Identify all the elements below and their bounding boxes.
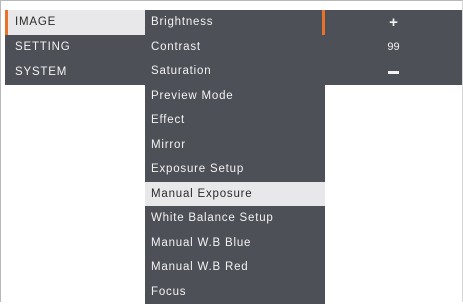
submenu-item-label: Saturation [151, 65, 211, 77]
submenu-item-label: Preview Mode [151, 90, 233, 102]
category-menu: IMAGE SETTING SYSTEM [5, 10, 145, 85]
submenu-item-manual-exposure[interactable]: Manual Exposure [145, 182, 325, 207]
submenu-item-brightness[interactable]: Brightness [145, 10, 325, 35]
submenu-item-exposure-setup[interactable]: Exposure Setup [145, 157, 325, 182]
submenu-item-manual-wb-blue[interactable]: Manual W.B Blue [145, 231, 325, 256]
submenu-item-label: Manual W.B Red [151, 261, 249, 273]
submenu-item-label: Contrast [151, 41, 201, 53]
current-value: 99 [387, 41, 399, 53]
submenu-item-label: Manual W.B Blue [151, 237, 251, 249]
submenu-item-focus[interactable]: Focus [145, 280, 325, 304]
submenu-item-preview-mode[interactable]: Preview Mode [145, 84, 325, 109]
value-display: 99 [325, 35, 462, 60]
submenu-item-label: Brightness [151, 16, 213, 28]
plus-icon: + [389, 14, 398, 31]
submenu-item-label: Manual Exposure [151, 188, 253, 200]
category-label: IMAGE [15, 16, 56, 28]
increase-button[interactable]: + [325, 10, 462, 35]
submenu-item-contrast[interactable]: Contrast [145, 35, 325, 60]
submenu-item-saturation[interactable]: Saturation [145, 59, 325, 84]
submenu-item-label: Effect [151, 114, 185, 126]
minus-icon [388, 71, 399, 74]
submenu-item-label: Mirror [151, 139, 186, 151]
category-image[interactable]: IMAGE [5, 10, 145, 35]
submenu-item-label: White Balance Setup [151, 212, 274, 224]
category-system[interactable]: SYSTEM [5, 60, 145, 85]
category-setting[interactable]: SETTING [5, 35, 145, 60]
category-label: SYSTEM [15, 66, 67, 78]
submenu-item-effect[interactable]: Effect [145, 108, 325, 133]
submenu: Brightness Contrast Saturation Preview M… [145, 10, 325, 304]
menu-window: IMAGE SETTING SYSTEM Brightness Contrast… [0, 0, 463, 302]
submenu-item-label: Exposure Setup [151, 163, 244, 175]
submenu-item-label: Focus [151, 286, 186, 298]
decrease-button[interactable] [325, 60, 462, 85]
submenu-item-white-balance-setup[interactable]: White Balance Setup [145, 206, 325, 231]
category-label: SETTING [15, 41, 70, 53]
submenu-item-manual-wb-red[interactable]: Manual W.B Red [145, 255, 325, 280]
value-panel: + 99 [325, 10, 462, 85]
submenu-item-mirror[interactable]: Mirror [145, 133, 325, 158]
